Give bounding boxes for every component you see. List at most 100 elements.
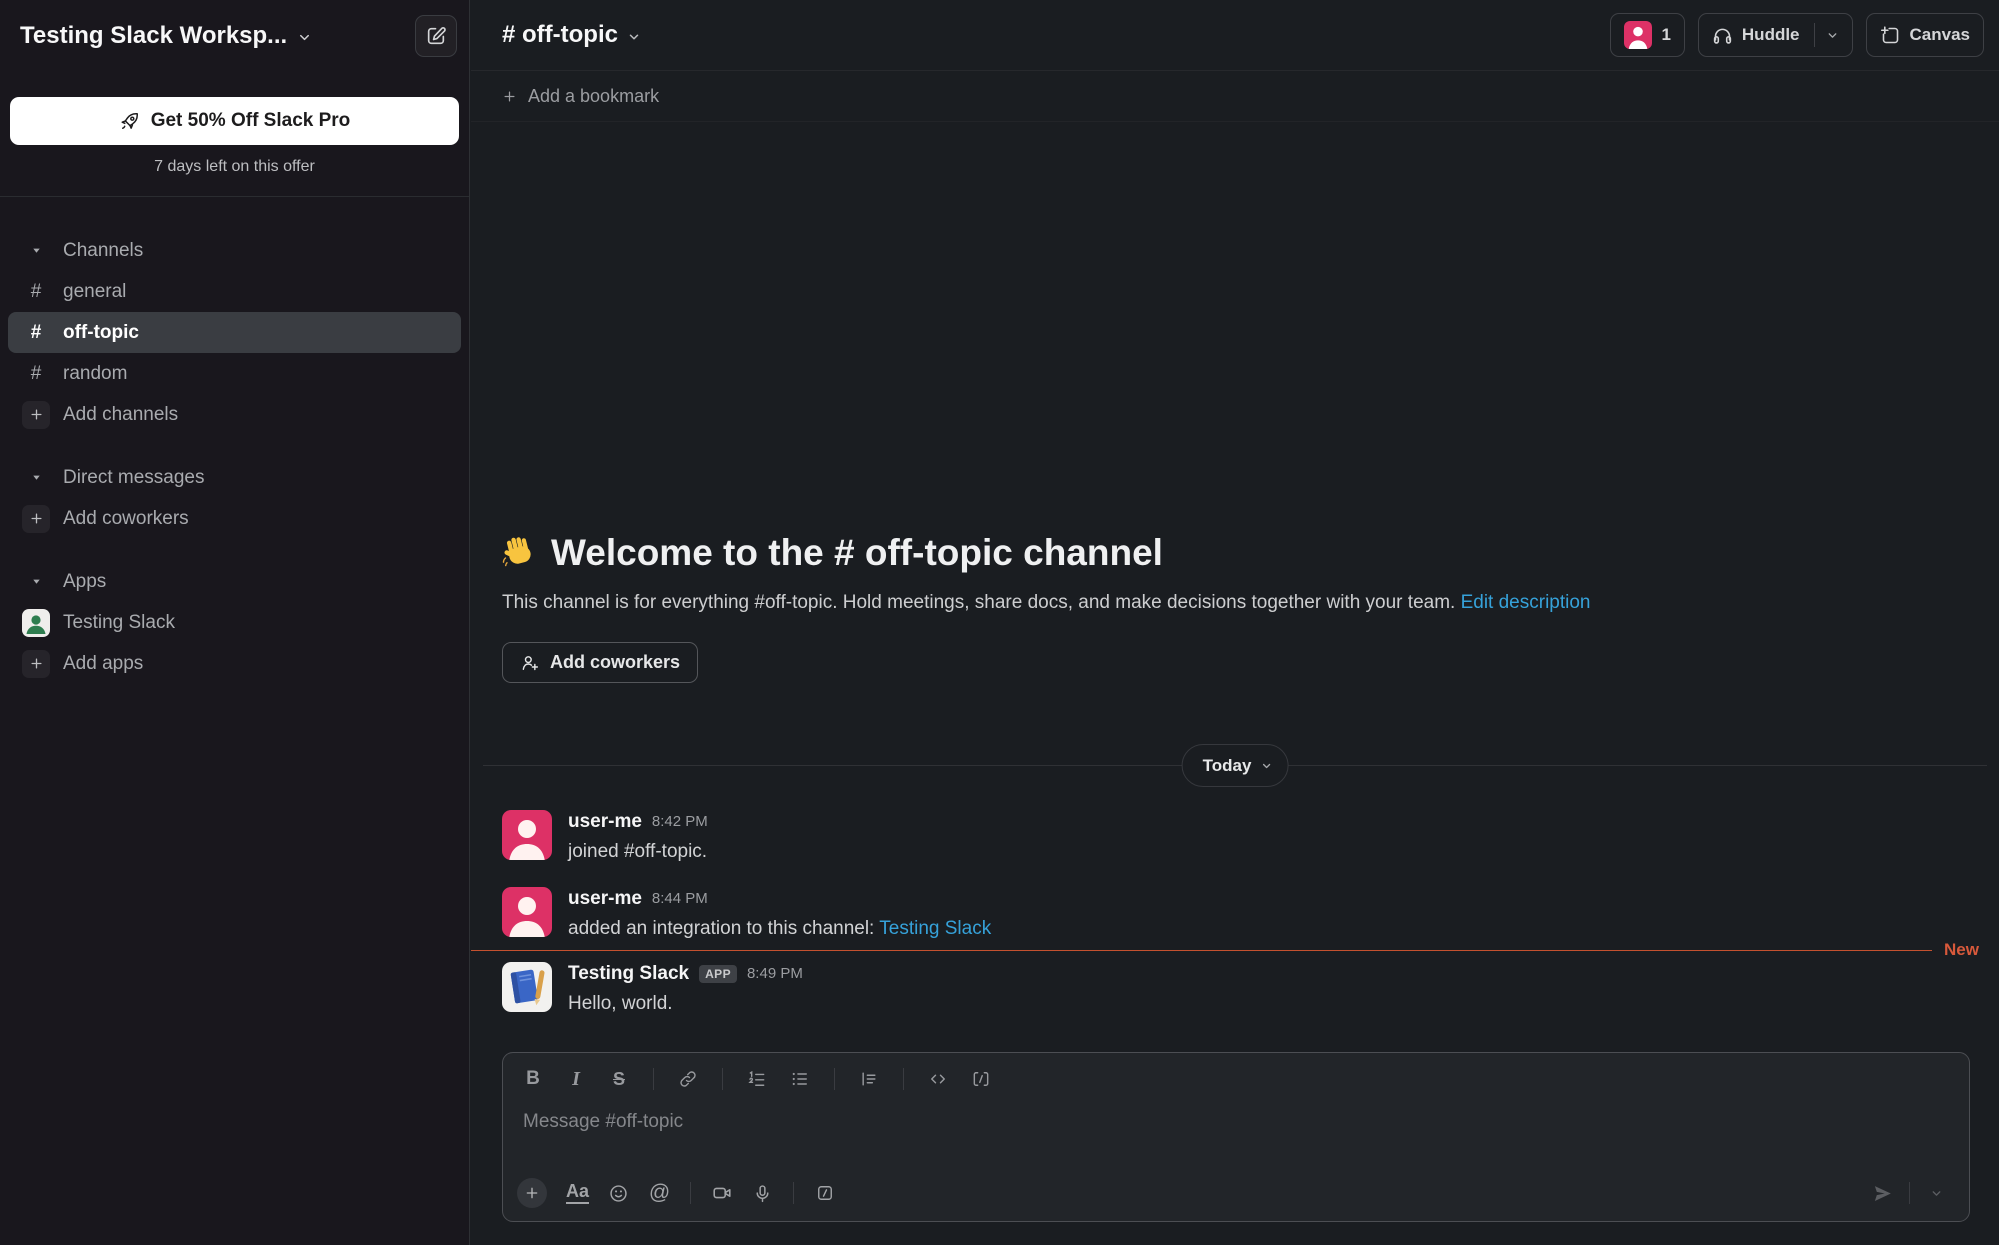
message-author[interactable]: Testing Slack <box>568 962 689 986</box>
message-author[interactable]: user-me <box>568 810 642 834</box>
plus-icon <box>22 401 50 429</box>
edit-description-link[interactable]: Edit description <box>1461 592 1591 613</box>
message-timestamp[interactable]: 8:42 PM <box>652 810 708 834</box>
message-text: joined #off-topic. <box>568 839 708 865</box>
dms-section-header[interactable]: Direct messages <box>0 457 469 498</box>
workspace-switcher[interactable]: Testing Slack Worksp... <box>20 22 312 50</box>
add-coworkers-button[interactable]: Add coworkers <box>502 642 698 683</box>
sidebar-gap <box>0 435 469 457</box>
button-divider <box>1814 23 1815 47</box>
channel-header: # off-topic 1 Huddle <box>471 0 1999 71</box>
upgrade-pro-label: Get 50% Off Slack Pro <box>151 110 351 132</box>
add-coworkers-label: Add coworkers <box>63 508 189 530</box>
sidebar-item-testing-slack-app[interactable]: Testing Slack <box>0 602 469 643</box>
toolbar-divider <box>653 1068 654 1090</box>
unread-label: New <box>1944 940 1979 960</box>
welcome-title: Welcome to the # off-topic channel <box>551 530 1163 576</box>
link-button[interactable] <box>671 1062 705 1096</box>
chevron-down-icon <box>1930 1187 1943 1200</box>
rocket-icon <box>119 111 140 132</box>
add-channels-button[interactable]: Add channels <box>0 394 469 435</box>
mention-button[interactable]: @ <box>641 1176 678 1210</box>
hash-icon: # <box>22 281 50 303</box>
code-button[interactable] <box>921 1062 955 1096</box>
plus-icon <box>22 505 50 533</box>
apps-section-header[interactable]: Apps <box>0 561 469 602</box>
bold-button[interactable]: B <box>516 1062 550 1096</box>
message-row[interactable]: Testing Slack APP 8:49 PM Hello, world. <box>502 962 1959 1017</box>
channel-welcome: Welcome to the # off-topic channel This … <box>502 530 1939 683</box>
app-badge: APP <box>699 965 737 983</box>
integration-link[interactable]: Testing Slack <box>879 918 991 939</box>
header-actions: 1 Huddle Canvas <box>1610 13 1984 57</box>
format-toggle-button[interactable]: Aa <box>559 1176 596 1210</box>
attach-button[interactable] <box>517 1178 547 1208</box>
app-label: Testing Slack <box>63 612 175 634</box>
upgrade-pro-button[interactable]: Get 50% Off Slack Pro <box>10 97 459 145</box>
huddle-button[interactable]: Huddle <box>1698 13 1853 57</box>
message-text: added an integration to this channel: Te… <box>568 916 991 942</box>
bulleted-list-icon <box>790 1069 810 1089</box>
channel-description: This channel is for everything #off-topi… <box>502 592 1939 614</box>
ordered-list-button[interactable] <box>740 1062 774 1096</box>
message-author[interactable]: user-me <box>568 887 642 911</box>
section-collapse-icon <box>22 472 50 483</box>
apps-section-label: Apps <box>63 571 106 593</box>
strikethrough-button[interactable]: S <box>602 1062 636 1096</box>
add-apps-button[interactable]: Add apps <box>0 643 469 684</box>
blockquote-button[interactable] <box>852 1062 886 1096</box>
send-button[interactable] <box>1864 1176 1901 1210</box>
code-block-button[interactable] <box>964 1062 998 1096</box>
toolbar-divider <box>834 1068 835 1090</box>
add-coworkers-sidebar-button[interactable]: Add coworkers <box>0 498 469 539</box>
waving-hand-emoji <box>502 535 538 571</box>
sidebar-gap <box>0 539 469 561</box>
message-row[interactable]: user-me 8:42 PM joined #off-topic. <box>502 810 1959 865</box>
sidebar-item-random[interactable]: # random <box>0 353 469 394</box>
toolbar-divider <box>903 1068 904 1090</box>
compose-icon <box>425 25 447 47</box>
message-input[interactable]: Message #off-topic <box>503 1096 1969 1133</box>
chevron-down-icon <box>1260 760 1272 772</box>
plus-icon <box>22 650 50 678</box>
unread-divider: New <box>471 941 1999 959</box>
person-add-icon <box>520 653 540 673</box>
message-timestamp[interactable]: 8:44 PM <box>652 887 708 911</box>
unread-divider-line <box>471 950 1932 951</box>
message-text: Hello, world. <box>568 991 803 1017</box>
video-camera-icon <box>711 1182 733 1204</box>
shortcuts-button[interactable] <box>806 1176 843 1210</box>
chevron-down-icon <box>297 30 312 45</box>
add-bookmark-button[interactable]: Add a bookmark <box>528 86 659 107</box>
audio-button[interactable] <box>744 1176 781 1210</box>
channels-section-header[interactable]: Channels <box>0 230 469 271</box>
channel-title-button[interactable]: # off-topic <box>502 21 641 49</box>
italic-button[interactable]: I <box>559 1062 593 1096</box>
add-apps-label: Add apps <box>63 653 143 675</box>
toolbar-divider <box>793 1182 794 1204</box>
workspace-header: Testing Slack Worksp... <box>0 0 469 72</box>
toolbar-divider <box>1909 1182 1910 1204</box>
message-timestamp[interactable]: 8:49 PM <box>747 962 803 986</box>
date-divider-button[interactable]: Today <box>1182 744 1289 787</box>
schedule-send-chevron[interactable] <box>1918 1176 1955 1210</box>
sidebar-item-off-topic[interactable]: # off-topic <box>8 312 461 353</box>
emoji-button[interactable] <box>600 1176 637 1210</box>
sidebar-item-general[interactable]: # general <box>0 271 469 312</box>
channels-section-label: Channels <box>63 240 143 262</box>
huddle-more-chevron-icon[interactable] <box>1826 29 1839 42</box>
video-button[interactable] <box>703 1176 740 1210</box>
hash-icon: # <box>22 322 50 344</box>
message-row[interactable]: user-me 8:44 PM added an integration to … <box>502 887 1959 942</box>
slack-window: Testing Slack Worksp... Get 50% Off Slac… <box>0 0 1999 1245</box>
huddle-label: Huddle <box>1742 25 1800 45</box>
sidebar: Testing Slack Worksp... Get 50% Off Slac… <box>0 0 470 1245</box>
members-button[interactable]: 1 <box>1610 13 1684 57</box>
channel-title: # off-topic <box>502 21 618 49</box>
new-message-button[interactable] <box>415 15 457 57</box>
bulleted-list-button[interactable] <box>783 1062 817 1096</box>
app-avatar <box>22 609 50 637</box>
chevron-down-icon <box>627 30 641 44</box>
canvas-button[interactable]: Canvas <box>1866 13 1984 57</box>
message-composer[interactable]: B I S Messag <box>502 1052 1970 1222</box>
